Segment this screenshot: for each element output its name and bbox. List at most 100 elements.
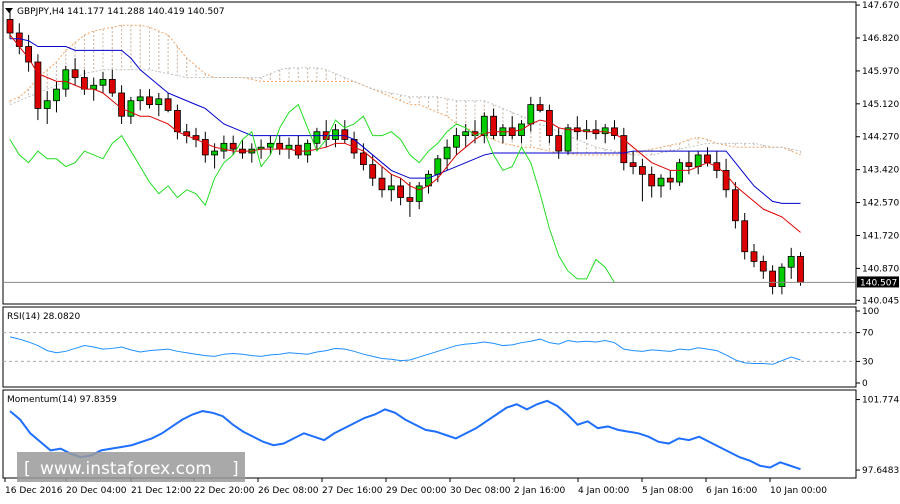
rsi-tick-label: 100 — [862, 307, 879, 317]
price-tick-label: 145.970 — [862, 67, 899, 77]
candle-body — [378, 177, 386, 191]
candle-body — [452, 135, 460, 148]
candle-body — [685, 162, 693, 167]
watermark-brackets-left: [ — [24, 459, 31, 479]
candle-body — [415, 185, 423, 202]
current-price-label: 140.507 — [860, 278, 897, 288]
watermark-text: www.instaforex.com — [40, 459, 212, 479]
price-tick-label: 144.270 — [862, 133, 899, 143]
candle-body — [90, 84, 98, 90]
candle-body — [741, 220, 749, 253]
rsi-tick-label: 0 — [862, 379, 868, 389]
candle-body — [136, 96, 144, 102]
candle-body — [462, 131, 470, 136]
candle-body — [6, 19, 14, 34]
candle-body — [397, 185, 405, 198]
candle-body — [629, 162, 637, 167]
chart-canvas: GBPJPY,H4 141.177 141.288 140.419 140.50… — [2, 1, 900, 496]
watermark-logo: [ www.instaforex.com ] — [17, 452, 245, 482]
candle-body — [332, 129, 339, 140]
candle-body — [732, 189, 739, 222]
candle-body — [434, 158, 442, 175]
candle-body — [229, 142, 237, 150]
candle-body — [369, 164, 377, 179]
time-tick-label: 10 Jan 00:00 — [770, 486, 827, 496]
candle-body — [53, 88, 60, 102]
rsi-panel — [2, 306, 857, 388]
time-tick-label: 21 Dec 12:00 — [131, 486, 192, 496]
candle-body — [406, 197, 414, 202]
candle-body — [211, 150, 219, 156]
momentum-header: Momentum(14) 97.8359 — [7, 395, 117, 405]
candle-body — [127, 100, 135, 117]
candle-body — [294, 144, 302, 156]
candle-body — [201, 139, 209, 156]
candle-body — [639, 166, 646, 175]
price-tick-label: 143.420 — [862, 166, 899, 176]
candle-body — [704, 154, 711, 164]
candle-body — [778, 266, 786, 287]
candle-body — [34, 61, 42, 109]
time-tick-label: 29 Dec 00:00 — [386, 486, 447, 496]
candle — [564, 123, 572, 155]
time-tick-label: 6 Jan 16:00 — [706, 486, 758, 496]
price-tick-label: 145.120 — [862, 100, 899, 110]
candle-body — [108, 79, 116, 94]
candle-body — [601, 127, 609, 135]
candle-body — [694, 154, 702, 167]
candle-body — [118, 92, 125, 117]
candle-body — [769, 270, 776, 287]
candle — [676, 158, 683, 186]
candle-body — [43, 100, 51, 109]
candle-body — [71, 69, 79, 78]
candle-body — [722, 170, 730, 191]
candle-body — [676, 162, 683, 183]
rsi-tick-label: 70 — [862, 329, 874, 339]
time-tick-label: 5 Jan 08:00 — [642, 486, 694, 496]
time-tick-label: 27 Dec 16:00 — [322, 486, 383, 496]
price-tick-label: 146.820 — [862, 34, 899, 44]
candle — [797, 252, 804, 286]
candle-body — [25, 46, 33, 63]
candle-body — [81, 77, 88, 90]
momentum-tick-label: 97.6483 — [862, 466, 899, 476]
time-tick-label: 2 Jan 16:00 — [514, 486, 566, 496]
candle-body — [276, 142, 284, 150]
candle-body — [750, 251, 758, 262]
price-tick-label: 140.045 — [862, 296, 899, 306]
candle-body — [527, 104, 535, 125]
candle-body — [313, 131, 321, 144]
rsi-tick-label: 30 — [862, 357, 874, 367]
price-axis: 147.670 146.820 145.970 145.120 144.270 143.4… — [856, 1, 899, 306]
rsi-axis: 100 70 30 0 — [856, 307, 879, 389]
candle-body — [62, 69, 70, 90]
candle-body — [304, 142, 312, 156]
candle-body — [359, 152, 367, 166]
candle-body — [797, 255, 804, 283]
current-price-tag: 140.507 — [857, 276, 899, 288]
symbol-header: GBPJPY,H4 141.177 141.288 140.419 140.50… — [17, 7, 225, 17]
watermark-brackets-right: ] — [232, 459, 239, 479]
candle-body — [536, 104, 544, 111]
time-tick-label: 30 Dec 08:00 — [450, 486, 511, 496]
time-tick-label: 26 Dec 08:00 — [258, 486, 319, 496]
momentum-tick-label: 101.7748 — [862, 396, 900, 406]
candle-body — [759, 261, 767, 272]
candle-body — [285, 144, 293, 150]
candle-body — [266, 142, 274, 148]
price-tick-label: 142.570 — [862, 199, 899, 209]
price-tick-label: 140.870 — [862, 264, 899, 274]
candle-body — [173, 110, 181, 133]
candle-body — [648, 173, 656, 187]
candle-body — [443, 146, 451, 160]
candle-body — [387, 185, 395, 191]
rsi-header: RSI(14) 28.0820 — [7, 312, 80, 322]
candle-body — [555, 135, 563, 152]
time-tick-label: 16 Dec 2016 — [5, 486, 63, 496]
price-tick-label: 141.720 — [862, 231, 899, 241]
time-tick-label: 4 Jan 00:00 — [578, 486, 630, 496]
candle-body — [490, 115, 498, 136]
time-tick-label: 22 Dec 20:00 — [194, 486, 255, 496]
candle-body — [155, 98, 163, 106]
candle-body — [99, 79, 107, 86]
